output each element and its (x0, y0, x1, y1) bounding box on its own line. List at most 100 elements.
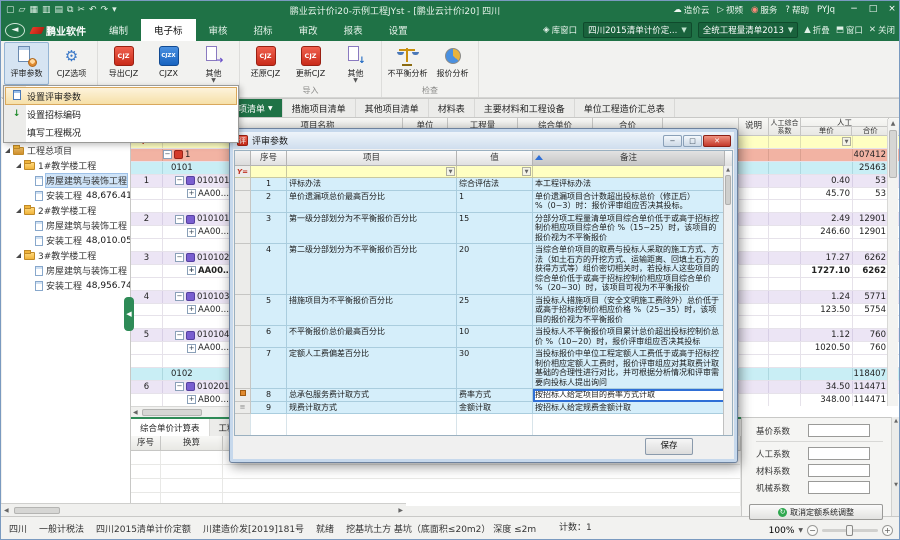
tree-item[interactable]: 安装工程48,676.41 (2, 188, 130, 203)
menu-item-set-bid-code[interactable]: ↓设置招标编码 (5, 105, 237, 123)
content-tab-4[interactable]: 材料表 (429, 99, 475, 117)
expand-icon[interactable]: + (187, 228, 196, 237)
undo-icon[interactable]: ↶ (89, 5, 97, 15)
menu-tab-3[interactable]: 招标 (241, 19, 286, 41)
chevron-down-icon[interactable]: ▼ (798, 527, 803, 534)
zoom-slider[interactable] (822, 529, 878, 532)
param-item[interactable]: 措施项目为不平衡报价百分比 (287, 295, 457, 327)
tree-item[interactable]: 1#教学楼工程 (2, 158, 130, 173)
menu-tab-0[interactable]: 编制 (96, 19, 141, 41)
menu-tab-6[interactable]: 设置 (376, 19, 421, 41)
col-labor-price[interactable]: 单价 (801, 127, 852, 135)
coeff-input[interactable] (808, 447, 870, 460)
tree-item[interactable]: 房屋建筑与装饰工程2,... (2, 218, 130, 233)
save-as-icon[interactable]: ▥ (42, 5, 51, 15)
tree-item[interactable]: 房屋建筑与装饰工程2,... (2, 263, 130, 278)
param-remark[interactable]: 按招标人给定规费金额计取 (533, 402, 725, 415)
param-item[interactable]: 评标办法 (287, 178, 457, 191)
save-blue-button[interactable]: ↓其他▼ (333, 42, 378, 85)
param-row[interactable]: 6不平衡报价总价最高百分比10当投标人不平衡报价项目累计总价超出投标控制价总价 … (235, 326, 732, 348)
param-value[interactable]: 金额计取 (457, 402, 533, 415)
col-labor-factor[interactable]: 人工综合系数 (769, 118, 801, 135)
param-value[interactable]: 10 (457, 326, 533, 348)
panel-scrollbar[interactable]: ▲▼ (891, 417, 900, 518)
param-value[interactable]: 20 (457, 244, 533, 295)
tree-item[interactable]: 房屋建筑与装饰工程2,... (2, 173, 130, 188)
param-remark[interactable]: 分部分项工程量清单项目综合单价低于或高于招标控制价相应项目综合单价 %（15~2… (533, 213, 725, 245)
user-button[interactable]: PYJq (817, 5, 835, 15)
copy-icon[interactable]: ⧉ (67, 5, 73, 15)
video-button[interactable]: ▷视频 (717, 4, 743, 16)
tree-expander-icon[interactable] (16, 208, 21, 213)
help-button[interactable]: ?帮助 (785, 4, 809, 16)
collapse-icon[interactable]: − (175, 215, 184, 224)
expand-icon[interactable]: + (187, 266, 196, 275)
service-button[interactable]: ◉服务 (751, 4, 777, 16)
zoom-out-button[interactable]: − (807, 525, 818, 536)
tree-item[interactable]: 安装工程48,956.74 (2, 278, 130, 293)
col-value[interactable]: 值 (457, 151, 533, 166)
collapse-icon[interactable]: − (175, 382, 184, 391)
param-item[interactable]: 单价遗漏项总价最高百分比 (287, 191, 457, 213)
splitter-collapse-handle[interactable]: ◀ (124, 297, 134, 331)
gear-button[interactable]: ⚙CJZ选项 (49, 42, 94, 85)
param-remark[interactable]: 当投标人措施项目（安全文明施工费除外）总价低于或高于招标控制价相应价格 %（25… (533, 295, 725, 327)
collapse-icon[interactable]: − (175, 176, 184, 185)
scroll-up-icon[interactable]: ▲ (888, 119, 898, 129)
params-filter-row[interactable]: Y= ▼ ▼ (235, 166, 732, 178)
col-conversion[interactable]: 换算 (161, 436, 223, 450)
menu-tab-4[interactable]: 审改 (286, 19, 331, 41)
zoom-in-button[interactable]: + (882, 525, 893, 536)
scale-button[interactable]: 不平衡分析 (385, 42, 430, 85)
window-mode-button[interactable]: ⬒窗口 (836, 24, 863, 36)
dialog-close-button[interactable]: ✕ (703, 135, 731, 147)
filter-dropdown-icon[interactable]: ▼ (446, 167, 455, 176)
coeff-input[interactable] (808, 464, 870, 477)
param-remark[interactable]: 当投标人不平衡报价项目累计总价超出投标控制价总价 %（10~20）时，报价评审组… (533, 326, 725, 348)
col-note[interactable]: 说明 (739, 118, 769, 135)
dialog-maximize-button[interactable]: □ (683, 135, 702, 147)
param-item[interactable]: 第一级分部划分为不平衡报价百分比 (287, 213, 457, 245)
expand-icon[interactable]: + (187, 305, 196, 314)
coeff-input[interactable] (808, 481, 870, 494)
param-remark[interactable]: 本工程评标办法 (533, 178, 725, 191)
cjz-update-button[interactable]: CJZ更新CJZ (288, 42, 333, 85)
col-no[interactable]: 序号 (251, 151, 287, 166)
tree-item[interactable]: 安装工程48,010.05 (2, 233, 130, 248)
detail-grid-row[interactable] (131, 479, 741, 493)
cut-icon[interactable]: ✂ (77, 5, 85, 15)
scroll-left-icon[interactable]: ◀ (131, 409, 140, 416)
scrollbar-thumb[interactable] (889, 130, 897, 178)
param-row[interactable]: 1评标办法综合评估法本工程评标办法 (235, 178, 732, 191)
redo-icon[interactable]: ↷ (101, 5, 109, 15)
tree-item[interactable]: 3#教学楼工程 (2, 248, 130, 263)
detail-grid-row[interactable] (131, 465, 741, 479)
minimize-button[interactable]: − (845, 3, 863, 17)
scroll-left-icon[interactable]: ◀ (1, 507, 12, 514)
cjz-restore-button[interactable]: CJZ还原CJZ (243, 42, 288, 85)
content-tab-2[interactable]: 措施项目清单 (283, 99, 356, 117)
param-item[interactable]: 第二级分部划分为不平衡报价百分比 (287, 244, 457, 295)
cancel-quota-adjust-button[interactable]: ↻ 取消定额系统调整 (749, 504, 883, 520)
detail-tab-0[interactable]: 综合单价计算表 (131, 419, 210, 436)
list-library-select[interactable]: 全统工程量清单2013▼ (698, 22, 799, 38)
col-seq[interactable]: 序号 (131, 436, 161, 450)
open-file-icon[interactable]: ▱ (19, 5, 26, 15)
expand-icon[interactable]: + (187, 395, 196, 404)
collapse-icon[interactable]: − (175, 253, 184, 262)
pie-button[interactable]: 报价分析 (430, 42, 475, 85)
zoom-slider-thumb[interactable] (846, 525, 853, 536)
collapse-icon[interactable]: − (163, 150, 172, 159)
param-row[interactable]: 3第一级分部划分为不平衡报价百分比15分部分项工程量清单项目综合单价低于或高于招… (235, 213, 732, 245)
param-item[interactable]: 规费计取方式 (287, 402, 457, 415)
tree-item[interactable]: 工程总项目 (2, 143, 130, 158)
collapse-button[interactable]: ▲折叠 (804, 24, 830, 36)
filter-dropdown-icon[interactable]: ▼ (522, 167, 531, 176)
expand-icon[interactable]: + (187, 344, 196, 353)
content-tab-6[interactable]: 单位工程造价汇总表 (575, 99, 675, 117)
param-value[interactable]: 30 (457, 348, 533, 389)
col-remark[interactable]: 备注 (533, 151, 725, 166)
close-button[interactable]: × (883, 3, 900, 17)
dialog-titlebar[interactable]: 评 评审参数 − □ ✕ (233, 132, 734, 149)
scroll-right-icon[interactable]: ▶ (395, 507, 406, 514)
